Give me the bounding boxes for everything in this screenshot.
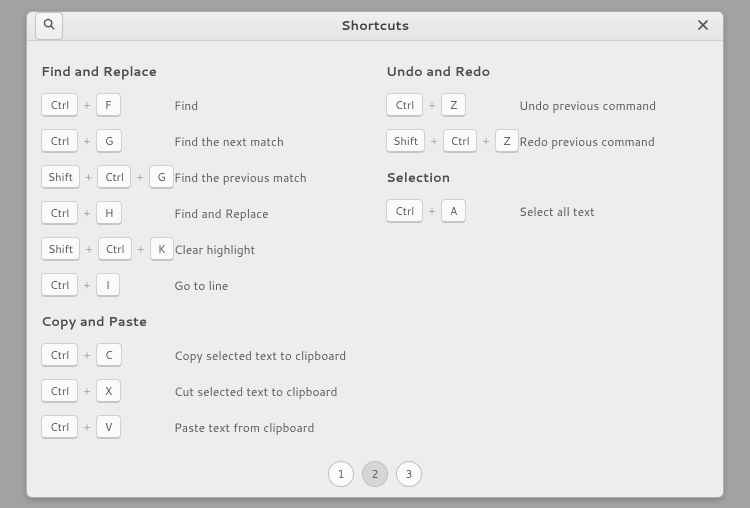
plus-separator: + [430, 133, 438, 149]
key-combo: Ctrl + X [41, 379, 174, 403]
key-cap: H [96, 201, 123, 225]
shortcut-row: Ctrl + C Copy selected text to clipboard [41, 341, 364, 369]
section-title: Copy and Paste [41, 313, 364, 331]
key-combo: Ctrl + H [41, 201, 174, 225]
key-cap: Ctrl [41, 129, 78, 153]
key-cap: F [96, 93, 121, 117]
key-cap: C [96, 343, 122, 367]
key-cap: V [96, 415, 122, 439]
plus-separator: + [85, 241, 93, 257]
shortcut-description: Find the previous match [174, 169, 307, 186]
key-cap: K [150, 237, 174, 261]
key-cap: Ctrl [41, 379, 78, 403]
key-combo: Ctrl + F [41, 93, 174, 117]
key-cap: I [96, 273, 120, 297]
key-cap: X [96, 379, 121, 403]
shortcut-description: Undo previous command [519, 97, 656, 114]
shortcut-description: Find [174, 97, 198, 114]
plus-separator: + [83, 133, 91, 149]
key-combo: Ctrl + V [41, 415, 174, 439]
shortcut-row: Ctrl + Z Undo previous command [386, 91, 709, 119]
key-cap: Ctrl [41, 273, 78, 297]
shortcut-description: Paste text from clipboard [174, 419, 314, 436]
shortcut-description: Clear highlight [174, 241, 255, 258]
key-combo: Ctrl + G [41, 129, 174, 153]
plus-separator: + [83, 205, 91, 221]
shortcut-description: Find the next match [174, 133, 284, 150]
shortcut-row: Shift + Ctrl + ZRedo previous command [386, 127, 709, 155]
plus-separator: + [83, 97, 91, 113]
shortcut-row: Ctrl + V Paste text from clipboard [41, 413, 364, 441]
shortcut-description: Select all text [519, 203, 595, 220]
shortcuts-window: Shortcuts Find and ReplaceCtrl+FFindCtrl… [26, 11, 724, 498]
plus-separator: + [83, 277, 91, 293]
page-button-2[interactable]: 2 [362, 461, 388, 487]
left-column: Find and ReplaceCtrl+FFindCtrl+GFind the… [41, 59, 364, 449]
key-combo: Ctrl + C [41, 343, 174, 367]
close-icon [697, 16, 709, 36]
plus-separator: + [428, 203, 436, 219]
shortcut-row: Ctrl + I Go to line [41, 271, 364, 299]
key-cap: G [96, 129, 123, 153]
key-combo: Shift+Ctrl+G [41, 165, 174, 189]
shortcut-description: Go to line [174, 277, 228, 294]
key-combo: Ctrl + I [41, 273, 174, 297]
key-cap: Z [495, 129, 519, 153]
key-cap: A [441, 199, 466, 223]
shortcut-description: Copy selected text to clipboard [174, 347, 346, 364]
key-cap: Ctrl [97, 165, 131, 189]
plus-separator: + [136, 169, 144, 185]
key-combo: Shift + Ctrl + K [41, 237, 174, 261]
plus-separator: + [85, 169, 93, 185]
shortcut-description: Redo previous command [519, 133, 655, 150]
key-cap: Ctrl [386, 93, 423, 117]
section-title: Selection [386, 169, 709, 187]
search-icon [42, 17, 56, 35]
plus-separator: + [137, 241, 145, 257]
header-bar: Shortcuts [27, 12, 723, 41]
page-button-1[interactable]: 1 [328, 461, 354, 487]
key-cap: Ctrl [41, 415, 78, 439]
search-button[interactable] [35, 12, 63, 40]
key-cap: Shift [386, 129, 425, 153]
key-cap: Ctrl [41, 93, 78, 117]
key-cap: Ctrl [41, 201, 78, 225]
close-button[interactable] [691, 14, 715, 38]
page-switcher: 123 [27, 449, 723, 501]
plus-separator: + [83, 383, 91, 399]
plus-separator: + [83, 347, 91, 363]
key-cap: Z [441, 93, 466, 117]
plus-separator: + [83, 419, 91, 435]
key-combo: Ctrl + A [386, 199, 519, 223]
shortcut-row: Ctrl + G Find the next match [41, 127, 364, 155]
shortcut-row: Ctrl + A Select all text [386, 197, 709, 225]
window-title: Shortcuts [27, 17, 723, 35]
key-cap: Ctrl [98, 237, 132, 261]
section-title: Find and Replace [41, 63, 364, 81]
key-cap: G [149, 165, 174, 189]
key-cap: Shift [41, 237, 80, 261]
shortcut-row: Ctrl + X Cut selected text to clipboard [41, 377, 364, 405]
shortcut-row: Shift+Ctrl+GFind the previous match [41, 163, 364, 191]
key-combo: Shift + Ctrl + Z [386, 129, 519, 153]
page-button-3[interactable]: 3 [396, 461, 422, 487]
key-cap: Shift [41, 165, 80, 189]
key-cap: Ctrl [443, 129, 477, 153]
shortcut-row: Ctrl + F Find [41, 91, 364, 119]
shortcut-description: Find and Replace [174, 205, 269, 222]
plus-separator: + [482, 133, 490, 149]
section-title: Undo and Redo [386, 63, 709, 81]
key-combo: Ctrl + Z [386, 93, 519, 117]
shortcut-description: Cut selected text to clipboard [174, 383, 337, 400]
shortcut-row: Shift + Ctrl + KClear highlight [41, 235, 364, 263]
content-area: Find and ReplaceCtrl+FFindCtrl+GFind the… [27, 41, 723, 449]
key-cap: Ctrl [41, 343, 78, 367]
shortcut-row: Ctrl + H Find and Replace [41, 199, 364, 227]
key-cap: Ctrl [386, 199, 423, 223]
plus-separator: + [428, 97, 436, 113]
right-column: Undo and RedoCtrl+ZUndo previous command… [386, 59, 709, 449]
